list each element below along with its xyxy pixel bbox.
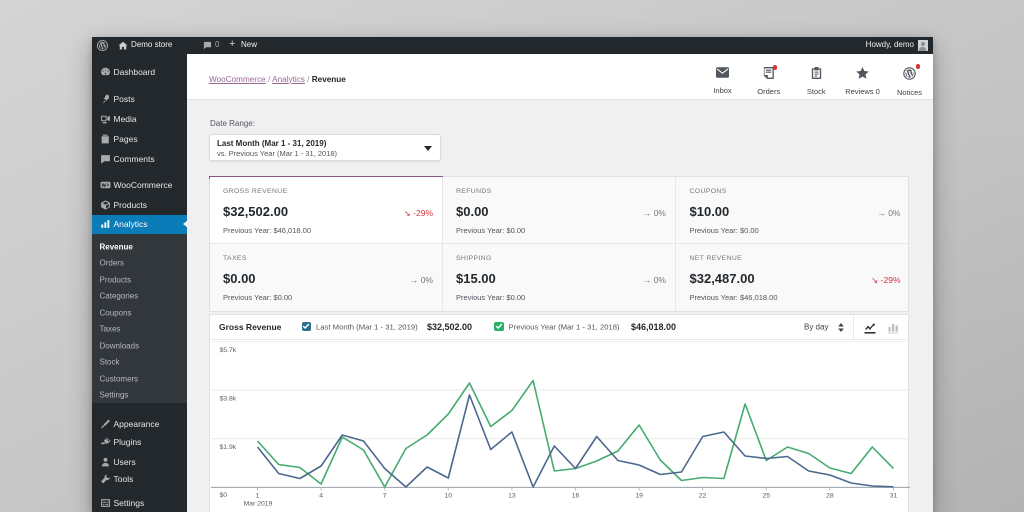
svg-text:16: 16 — [571, 493, 579, 500]
svg-text:$0: $0 — [219, 492, 227, 499]
svg-text:13: 13 — [508, 493, 516, 500]
svg-text:$1.9k: $1.9k — [219, 444, 236, 451]
svg-text:$3.8k: $3.8k — [219, 395, 236, 402]
svg-text:25: 25 — [762, 493, 770, 500]
svg-text:7: 7 — [382, 493, 386, 500]
svg-text:Mar 2019: Mar 2019 — [243, 501, 272, 508]
svg-text:1: 1 — [255, 493, 259, 500]
svg-text:31: 31 — [889, 493, 897, 500]
svg-text:22: 22 — [698, 493, 706, 500]
svg-text:$5.7k: $5.7k — [219, 347, 236, 354]
svg-text:28: 28 — [826, 493, 834, 500]
svg-text:19: 19 — [635, 493, 643, 500]
svg-text:10: 10 — [444, 493, 452, 500]
svg-text:4: 4 — [319, 493, 323, 500]
